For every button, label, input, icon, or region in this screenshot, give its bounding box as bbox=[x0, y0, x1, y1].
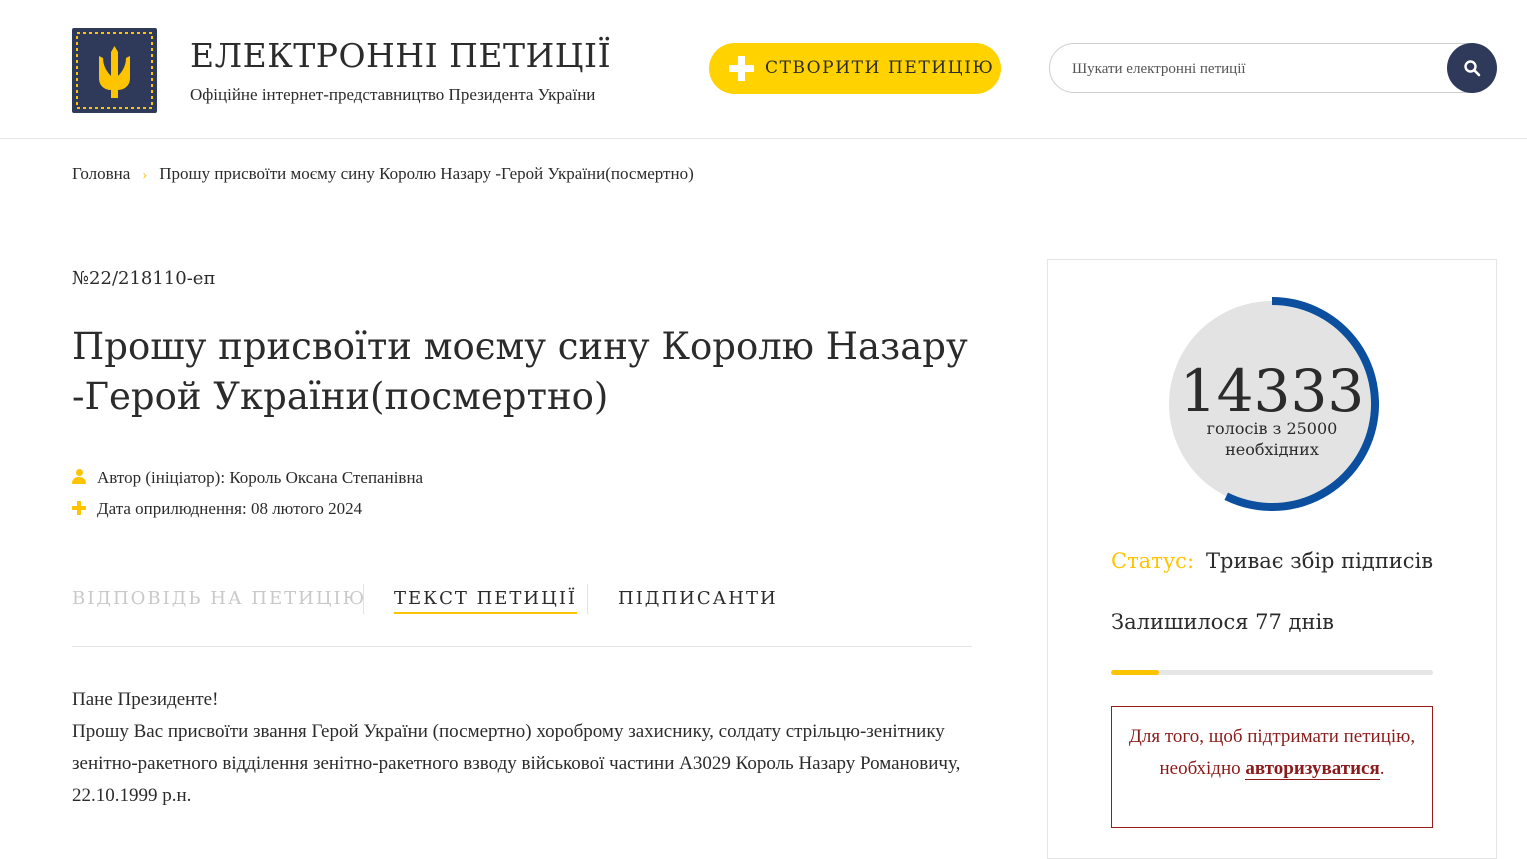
tab-divider bbox=[363, 584, 364, 614]
votes-count: 14333 bbox=[1179, 357, 1365, 425]
petition-number: №22/218110-еп bbox=[72, 268, 216, 289]
days-left: Залишилося 77 днів bbox=[1111, 610, 1334, 634]
status-row: Статус: Триває збір підписів bbox=[1111, 549, 1433, 573]
petition-tabs: ВІДПОВІДЬ НА ПЕТИЦІЮ ТЕКСТ ПЕТИЦІЇ ПІДПИ… bbox=[72, 580, 972, 647]
plus-icon bbox=[729, 56, 754, 81]
tab-signers[interactable]: ПІДПИСАНТИ bbox=[618, 588, 778, 609]
trident-emblem-icon[interactable] bbox=[72, 28, 157, 113]
votes-caption-line1: голосів з 25000 bbox=[1206, 419, 1338, 438]
search-icon bbox=[1464, 60, 1481, 77]
auth-required-notice: Для того, щоб підтримати петицію, необхі… bbox=[1111, 706, 1433, 828]
time-progress-bar bbox=[1111, 670, 1433, 675]
search-button[interactable] bbox=[1447, 43, 1497, 93]
votes-caption: голосів з 25000 необхідних bbox=[1165, 418, 1379, 460]
petition-greeting: Пане Президенте! bbox=[72, 689, 219, 710]
time-progress-fill bbox=[1111, 670, 1160, 675]
login-link[interactable]: авторизуватися bbox=[1245, 758, 1380, 780]
votes-caption-line2: необхідних bbox=[1225, 440, 1319, 459]
site-title[interactable]: ЕЛЕКТРОННІ ПЕТИЦІЇ bbox=[190, 36, 611, 75]
create-petition-button[interactable]: СТВОРИТИ ПЕТИЦІЮ bbox=[709, 43, 1001, 94]
breadcrumb-current: Прошу присвоїти моєму сину Королю Назару… bbox=[159, 164, 694, 183]
search-input[interactable] bbox=[1070, 56, 1434, 82]
author-label: Автор (ініціатор): bbox=[97, 468, 226, 487]
site-header: ЕЛЕКТРОННІ ПЕТИЦІЇ Офіційне інтернет-пре… bbox=[0, 0, 1527, 139]
petition-text: Пане Президенте! Прошу Вас присвоїти зва… bbox=[72, 684, 977, 812]
breadcrumb: Головна › Прошу присвоїти моєму сину Корол… bbox=[72, 164, 694, 184]
auth-notice-end: . bbox=[1379, 758, 1385, 779]
status-value: Триває збір підписів bbox=[1206, 549, 1434, 573]
date-label: Дата оприлюднення: bbox=[97, 499, 247, 518]
status-label: Статус: bbox=[1111, 549, 1195, 573]
plus-icon bbox=[72, 500, 86, 516]
breadcrumb-home-link[interactable]: Головна bbox=[72, 164, 130, 183]
date-value: 08 лютого 2024 bbox=[250, 499, 363, 518]
author-name: Король Оксана Степанівна bbox=[229, 468, 424, 487]
chevron-right-icon: › bbox=[142, 167, 148, 183]
petition-title: Прошу присвоїти моєму сину Королю Назару… bbox=[72, 325, 968, 418]
tab-petition-text[interactable]: ТЕКСТ ПЕТИЦІЇ bbox=[394, 588, 578, 614]
tab-answer: ВІДПОВІДЬ НА ПЕТИЦІЮ bbox=[72, 588, 367, 609]
search-box bbox=[1049, 43, 1496, 93]
site-subtitle: Офіційне інтернет-представництво Президе… bbox=[190, 85, 596, 104]
create-petition-label: СТВОРИТИ ПЕТИЦІЮ bbox=[765, 58, 995, 78]
user-icon bbox=[72, 469, 86, 485]
tab-divider bbox=[587, 584, 588, 614]
petition-paragraph: Прошу Вас присвоїти звання Герой України… bbox=[72, 721, 961, 806]
